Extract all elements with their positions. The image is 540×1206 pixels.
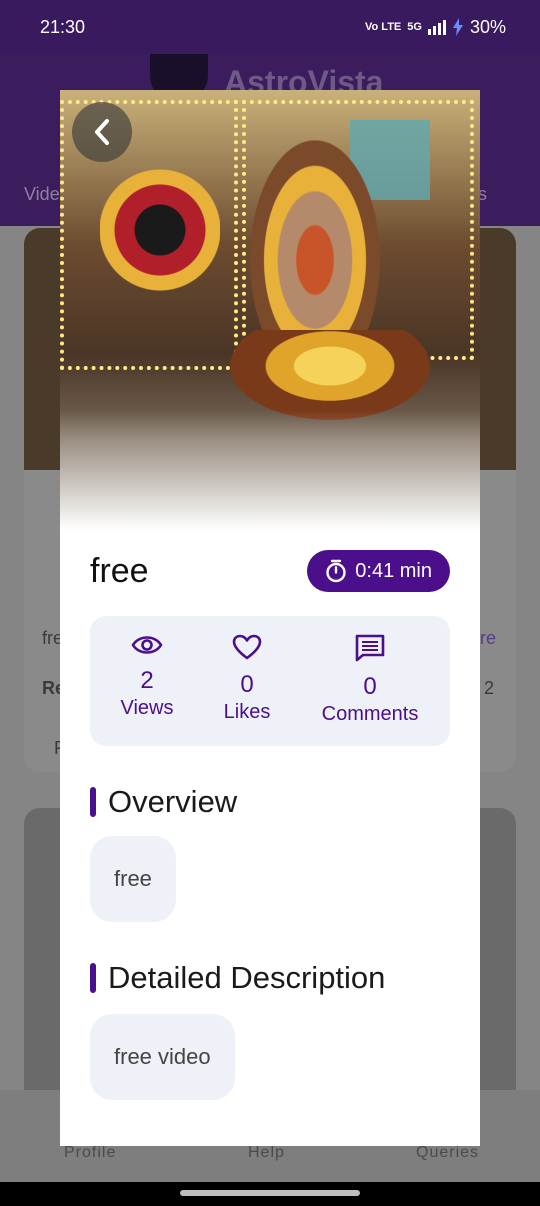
signal-icon bbox=[427, 19, 446, 35]
description-heading-text: Detailed Description bbox=[108, 960, 386, 995]
eye-icon bbox=[131, 636, 163, 654]
description-heading: Detailed Description bbox=[90, 960, 385, 996]
card-count: 2 bbox=[484, 678, 495, 698]
overview-text: free bbox=[114, 866, 152, 891]
likes-label: Likes bbox=[223, 701, 271, 723]
timer-icon bbox=[326, 559, 346, 583]
title-row: free 0:41 min bbox=[90, 550, 450, 592]
status-icons: Vo LTE 5G 30% bbox=[365, 17, 506, 38]
heart-icon[interactable] bbox=[232, 634, 262, 660]
stat-likes[interactable]: 0 Likes bbox=[220, 634, 274, 724]
video-title: free bbox=[90, 551, 149, 590]
heading-accent bbox=[90, 787, 96, 817]
network-type: 5G bbox=[407, 21, 422, 33]
video-detail-modal: free 0:41 min 2 Views 0 Likes 0 Comments… bbox=[60, 90, 480, 1146]
card-read-more[interactable]: re bbox=[480, 628, 496, 649]
stat-views: 2 Views bbox=[118, 634, 176, 720]
nav-queries[interactable]: Queries bbox=[416, 1144, 479, 1162]
home-indicator[interactable] bbox=[180, 1190, 360, 1196]
system-nav-bar bbox=[0, 1182, 540, 1206]
thumbnail-shrine-left bbox=[100, 150, 220, 310]
duration-badge: 0:41 min bbox=[307, 550, 450, 592]
stats-card: 2 Views 0 Likes 0 Comments bbox=[90, 616, 450, 746]
overview-heading: Overview bbox=[90, 784, 237, 820]
nav-help[interactable]: Help bbox=[248, 1144, 285, 1162]
comment-icon[interactable] bbox=[355, 634, 385, 662]
nav-profile[interactable]: Profile bbox=[64, 1144, 116, 1162]
status-bar: 21:30 Vo LTE 5G 30% bbox=[0, 0, 540, 54]
back-button[interactable] bbox=[72, 102, 132, 162]
status-time: 21:30 bbox=[40, 16, 86, 37]
volte-icon: Vo LTE bbox=[365, 21, 402, 33]
likes-count: 0 bbox=[240, 671, 254, 698]
video-thumbnail[interactable] bbox=[60, 90, 480, 530]
thumbnail-shrine-right bbox=[250, 140, 380, 340]
description-text: free video bbox=[114, 1044, 211, 1069]
heading-accent bbox=[90, 963, 96, 993]
thumbnail-altar bbox=[230, 330, 430, 420]
battery-percent: 30% bbox=[469, 16, 506, 37]
description-chip: free video bbox=[90, 1014, 235, 1100]
chevron-left-icon bbox=[95, 119, 109, 145]
views-label: Views bbox=[120, 697, 174, 719]
thumbnail-fade bbox=[60, 410, 480, 530]
duration-text: 0:41 min bbox=[355, 559, 432, 582]
comments-label: Comments bbox=[321, 703, 419, 725]
stat-comments[interactable]: 0 Comments bbox=[316, 634, 424, 726]
tab-videos[interactable]: Vide bbox=[24, 184, 60, 205]
views-count: 2 bbox=[140, 667, 154, 694]
battery-charging-icon bbox=[452, 18, 463, 36]
overview-chip: free bbox=[90, 836, 176, 922]
comments-count: 0 bbox=[363, 673, 377, 700]
overview-heading-text: Overview bbox=[108, 784, 238, 819]
